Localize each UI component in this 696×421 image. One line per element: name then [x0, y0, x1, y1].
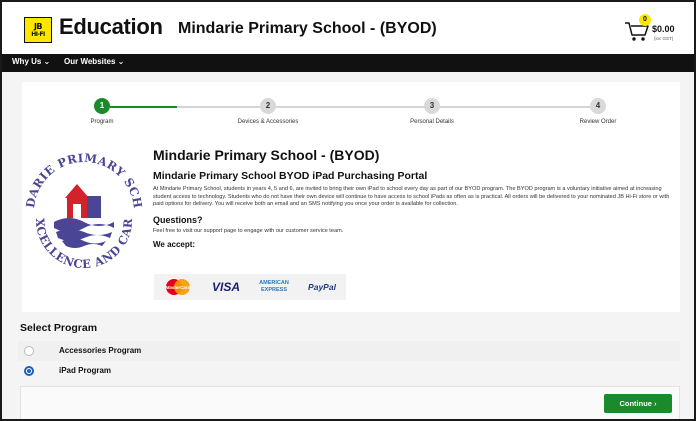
step-connector-complete — [110, 106, 177, 108]
step-3-circle[interactable]: 3 — [424, 98, 440, 114]
ipad-program-label[interactable]: iPad Program — [59, 366, 111, 375]
step-2-label: Devices & Accessories — [237, 119, 299, 125]
page: JB HI-FI Education Mindarie Primary Scho… — [0, 0, 696, 421]
program-subheading: Mindarie Primary School BYOD iPad Purcha… — [153, 170, 428, 182]
logo-line-2: HI-FI — [31, 30, 45, 38]
cart-tax-note: (inc GST) — [654, 36, 674, 41]
logo-line-1: JB — [33, 21, 43, 31]
action-panel — [20, 386, 680, 419]
education-logo-text[interactable]: Education — [59, 14, 163, 40]
site-header: JB HI-FI Education Mindarie Primary Scho… — [2, 2, 694, 54]
top-nav: Why Us ⌄ Our Websites ⌄ — [2, 54, 694, 72]
questions-text: Feel free to visit our support page to e… — [153, 227, 344, 234]
nav-our-websites[interactable]: Our Websites ⌄ — [64, 57, 124, 66]
step-4-circle[interactable]: 4 — [590, 98, 606, 114]
step-2-circle[interactable]: 2 — [260, 98, 276, 114]
amex-logo: AMERICAN EXPRESS — [250, 274, 298, 300]
nav-why-us[interactable]: Why Us ⌄ — [12, 57, 50, 66]
ipad-program-radio[interactable] — [24, 366, 34, 376]
accessories-program-label[interactable]: Accessories Program — [59, 346, 141, 355]
cart-button[interactable]: 0 $0.00 (inc GST) — [622, 12, 692, 46]
step-connector-pending — [177, 106, 598, 108]
step-3-label: Personal Details — [410, 119, 454, 125]
program-heading: Mindarie Primary School - (BYOD) — [153, 147, 380, 163]
continue-button[interactable]: Continue › — [604, 394, 672, 413]
program-info: Mindarie Primary School - (BYOD) Mindari… — [153, 147, 678, 249]
cart-count-badge: 0 — [639, 14, 651, 26]
step-1-label: Program — [90, 119, 114, 125]
visa-logo: VISA — [202, 274, 250, 300]
mastercard-logo: MasterCard — [154, 274, 202, 300]
paypal-logo: PayPal — [298, 274, 346, 300]
select-program-title: Select Program — [20, 322, 98, 334]
program-option-ipad[interactable]: iPad Program — [18, 361, 680, 381]
cart-total: $0.00 — [652, 24, 675, 34]
accessories-program-radio[interactable] — [24, 346, 34, 356]
school-crest-logo: MINDARIE PRIMARY SCHOOL EXCELLENCE AND C… — [22, 146, 145, 268]
step-1-circle[interactable]: 1 — [94, 98, 110, 114]
svg-text:MasterCard: MasterCard — [166, 285, 191, 290]
header-school-title: Mindarie Primary School - (BYOD) — [178, 20, 437, 37]
we-accept-heading: We accept: — [153, 239, 196, 249]
program-option-accessories[interactable]: Accessories Program — [18, 341, 680, 361]
questions-heading: Questions? — [153, 214, 203, 225]
jb-hifi-logo[interactable]: JB HI-FI — [24, 17, 52, 43]
step-4-label: Review Order — [579, 119, 617, 125]
program-description: At Mindarie Primary School, students in … — [153, 186, 670, 208]
